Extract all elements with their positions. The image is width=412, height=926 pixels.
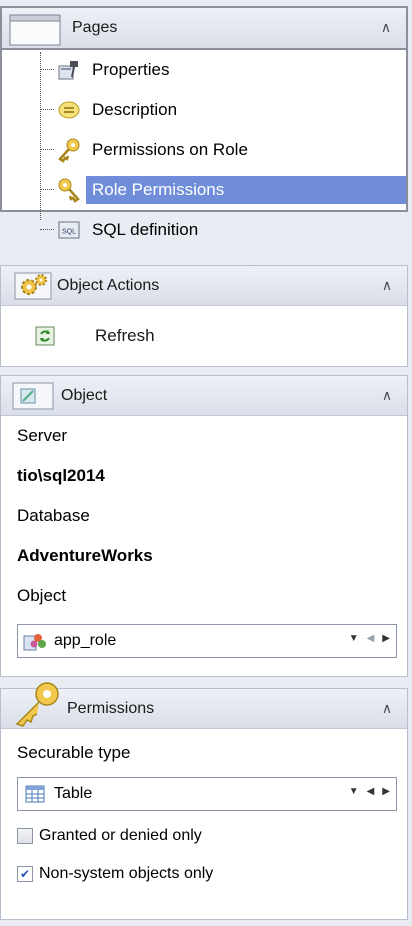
permissions-panel-header[interactable]: Permissions ∧ (1, 681, 407, 729)
collapse-icon[interactable]: ∧ (378, 18, 394, 36)
table-icon (22, 781, 48, 807)
next-arrow-icon[interactable]: ▶ (382, 633, 390, 644)
non-system-checkbox[interactable]: ✔ (17, 866, 33, 882)
gears-icon (13, 269, 53, 303)
object-panel-header[interactable]: Object ∧ (1, 376, 407, 416)
key-icon (56, 137, 82, 163)
object-actions-title: Object Actions (57, 276, 160, 294)
granted-or-denied-label: Granted or denied only (39, 827, 202, 844)
object-label: Object (17, 586, 67, 605)
non-system-label: Non-system objects only (39, 865, 214, 882)
pages-panel: Pages ∧ Properties Description Permissio… (0, 6, 408, 239)
database-value: AdventureWorks (17, 546, 153, 565)
database-label: Database (17, 506, 90, 525)
pages-panel-header[interactable]: Pages ∧ (2, 8, 406, 50)
dropdown-arrow-icon[interactable]: ▼ (349, 633, 359, 644)
non-system-checkbox-row[interactable]: ✔ Non-system objects only (1, 855, 407, 893)
role-icon (22, 628, 48, 654)
permissions-panel: Permissions ∧ Securable type Table ▼ ◀ ▶… (0, 681, 408, 920)
page-item-label: Role Permissions (86, 176, 406, 204)
next-arrow-icon[interactable]: ▶ (382, 786, 390, 797)
sql-icon: SQL (56, 217, 82, 243)
object-actions-panel: Object Actions ∧ Refresh (0, 265, 408, 367)
collapse-icon[interactable]: ∧ (379, 276, 395, 294)
prev-arrow-icon[interactable]: ◀ (367, 786, 375, 797)
key-icon (7, 680, 65, 728)
svg-text:SQL: SQL (62, 229, 76, 236)
page-item-properties[interactable]: Properties (30, 50, 406, 90)
key-icon (56, 177, 82, 203)
dropdown-arrow-icon[interactable]: ▼ (349, 786, 359, 797)
page-item-label: SQL definition (92, 220, 199, 239)
object-panel-title: Object (61, 386, 108, 404)
page-item-role-permissions[interactable]: Role Permissions (30, 170, 406, 210)
page-item-label: Permissions on Role (92, 140, 248, 159)
object-select-value: app_role (54, 632, 117, 649)
securable-type-select[interactable]: Table ▼ ◀ ▶ (17, 777, 397, 811)
securable-type-value: Table (54, 785, 93, 802)
description-icon (56, 97, 82, 123)
page-item-label: Description (92, 100, 178, 119)
page-item-permissions-on-role[interactable]: Permissions on Role (30, 130, 406, 170)
refresh-button[interactable]: Refresh (1, 306, 407, 366)
page-item-sql-definition[interactable]: SQL SQL definition (30, 210, 406, 250)
permissions-panel-title: Permissions (67, 699, 155, 717)
object-select[interactable]: app_role ▼ ◀ ▶ (17, 624, 397, 658)
securable-type-label: Securable type (17, 743, 131, 762)
object-panel-icon (11, 379, 55, 413)
pages-panel-title: Pages (72, 19, 118, 36)
granted-or-denied-checkbox[interactable] (17, 828, 33, 844)
server-label: Server (17, 426, 68, 445)
object-actions-header[interactable]: Object Actions ∧ (1, 266, 407, 306)
page-item-description[interactable]: Description (30, 90, 406, 130)
prev-arrow-icon[interactable]: ◀ (367, 633, 375, 644)
refresh-icon (35, 326, 55, 346)
server-value: tio\sql2014 (17, 466, 105, 485)
page-item-label: Properties (92, 60, 170, 79)
granted-or-denied-checkbox-row[interactable]: Granted or denied only (1, 817, 407, 855)
properties-icon (56, 57, 82, 83)
collapse-icon[interactable]: ∧ (379, 699, 395, 717)
pages-panel-icon (8, 9, 66, 47)
refresh-label: Refresh (95, 326, 155, 345)
collapse-icon[interactable]: ∧ (379, 386, 395, 404)
object-panel: Object ∧ Server tio\sql2014 Database Adv… (0, 375, 408, 677)
pages-tree: Properties Description Permissions on Ro… (2, 50, 406, 250)
